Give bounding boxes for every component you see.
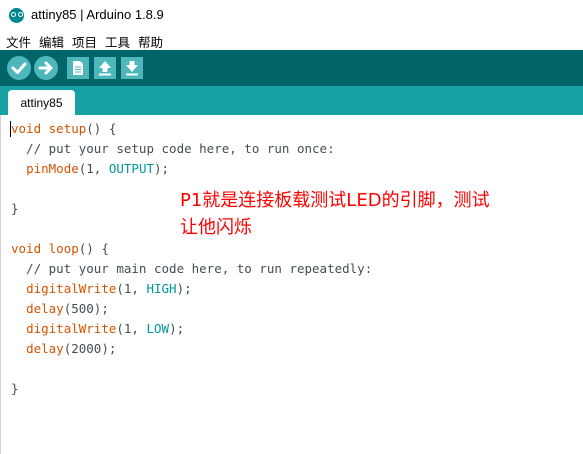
- code-editor[interactable]: void setup() { // put your setup code he…: [0, 115, 583, 454]
- upload-button[interactable]: [34, 56, 58, 80]
- toolbar: [0, 50, 583, 86]
- code-comment: // put your main code here, to run repea…: [11, 261, 373, 276]
- open-button[interactable]: [94, 57, 116, 79]
- menu-tools[interactable]: 工具: [105, 32, 130, 51]
- code-comment: // put your setup code here, to run once…: [11, 141, 335, 156]
- save-button[interactable]: [121, 57, 143, 79]
- menu-sketch[interactable]: 项目: [72, 32, 97, 51]
- annotation-line-1: P1就是连接板载测试LED的引脚，测试: [180, 190, 490, 211]
- tab-attiny85[interactable]: attiny85: [8, 90, 75, 115]
- menu-edit[interactable]: 编辑: [39, 32, 64, 51]
- save-icon: [126, 61, 138, 76]
- verify-icon: [11, 62, 27, 74]
- menu-bar: 文件 编辑 项目 工具 帮助: [0, 30, 583, 50]
- code-line: pinMode(1, OUTPUT);: [26, 161, 170, 176]
- code-line: }: [11, 381, 19, 396]
- upload-icon: [38, 61, 53, 75]
- code-line: void setup() {: [11, 121, 117, 136]
- code-line: }: [11, 201, 19, 216]
- menu-help[interactable]: 帮助: [138, 32, 163, 51]
- verify-button[interactable]: [7, 56, 31, 80]
- open-icon: [99, 61, 111, 76]
- new-button[interactable]: [67, 57, 89, 79]
- window-title: attiny85 | Arduino 1.8.9: [31, 7, 164, 22]
- code-line: delay(500);: [26, 301, 109, 316]
- code-line: digitalWrite(1, HIGH);: [26, 281, 192, 296]
- annotation-line-2: 让他闪烁: [180, 217, 252, 238]
- code-line: delay(2000);: [26, 341, 117, 356]
- title-bar: attiny85 | Arduino 1.8.9: [0, 0, 583, 30]
- code-line: digitalWrite(1, LOW);: [26, 321, 185, 336]
- tab-strip: attiny85: [0, 86, 583, 115]
- new-icon: [73, 61, 83, 75]
- menu-file[interactable]: 文件: [6, 32, 31, 51]
- code-line: void loop() {: [11, 241, 109, 256]
- tab-label: attiny85: [20, 95, 63, 110]
- arduino-logo-icon: [9, 8, 24, 23]
